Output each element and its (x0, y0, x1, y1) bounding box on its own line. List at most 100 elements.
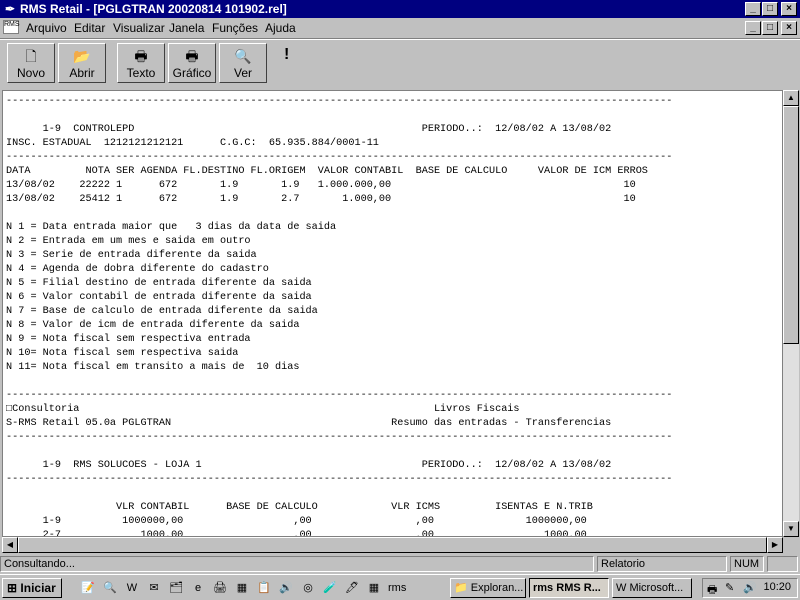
volume-tray-icon[interactable]: 🔊 (743, 581, 757, 594)
maximize-button[interactable]: □ (762, 2, 778, 16)
quick-launch-icon[interactable]: 🖨 (212, 580, 228, 596)
vertical-scroll-thumb[interactable] (783, 106, 799, 344)
quick-launch-icon[interactable]: e (190, 580, 206, 596)
menu-janela[interactable]: Janela (169, 21, 204, 35)
report-line: 13/08/02 25412 1 672 1.9 2.7 1.000,00 10 (6, 194, 636, 205)
ver-button[interactable]: 🔍 Ver (219, 43, 267, 83)
report-line: 1-9 RMS SOLUCOES - LOJA 1 PERIODO..: 12/… (6, 460, 612, 471)
scroll-down-button[interactable]: ▼ (783, 521, 799, 537)
report-line: N 6 = Valor contabil de entrada diferent… (6, 292, 312, 303)
print-graphic-icon: 🖶 (185, 48, 199, 64)
report-line: N 3 = Serie de entrada diferente da said… (6, 250, 257, 261)
menu-visualizar[interactable]: Visualizar (113, 21, 165, 35)
printer-tray-icon[interactable]: 🖶 (707, 581, 717, 600)
feather-icon: ✒ (4, 2, 16, 16)
report-line (6, 487, 672, 501)
task-explorer[interactable]: 📁 Exploran... (450, 578, 526, 598)
status-bar: Consultando... Relatorio NUM (0, 555, 800, 573)
ver-label: Ver (233, 66, 252, 80)
document-close-button[interactable]: × (781, 21, 797, 35)
new-document-icon: 🗋 (25, 48, 37, 64)
quick-launch-icon[interactable]: W (124, 580, 140, 596)
clock: 10:20 (763, 581, 791, 593)
report-line: 2-7 1000,00 ,00 ,00 1000,00 (6, 530, 587, 537)
task-microsoft[interactable]: W Microsoft... (612, 578, 692, 598)
report-line (6, 109, 672, 123)
quick-launch-icon[interactable]: 🖊 (344, 580, 360, 596)
pen-tray-icon[interactable]: ✎ (725, 581, 734, 594)
horizontal-scroll-thumb[interactable] (18, 537, 767, 553)
report-line: INSC. ESTADUAL 1212121212121 C.G.C: 65.9… (6, 138, 379, 149)
report-line: ----------------------------------------… (6, 152, 673, 163)
explorer-icon: 📁 (454, 582, 468, 594)
quick-launch-icon[interactable]: 📝 (80, 580, 96, 596)
status-message: Consultando... (0, 556, 594, 572)
abrir-button[interactable]: 📂 Abrir (58, 43, 106, 83)
rms-icon: rms (533, 582, 554, 594)
report-line: ----------------------------------------… (6, 432, 673, 443)
system-tray: 🖶 ✎ 🔊 10:20 (702, 578, 798, 598)
report-line: N 11= Nota fiscal em transito a mais de … (6, 362, 300, 373)
menu-funcoes[interactable]: Funções (212, 21, 258, 35)
grafico-label: Gráfico (172, 66, 212, 80)
report-line: N 9 = Nota fiscal sem respectiva entrada (6, 334, 251, 345)
report-line (6, 207, 672, 221)
quick-launch-icon[interactable]: ▦ (234, 580, 250, 596)
scroll-left-button[interactable]: ◀ (2, 537, 18, 553)
report-view[interactable]: ----------------------------------------… (2, 90, 783, 537)
menu-ajuda[interactable]: Ajuda (265, 21, 296, 35)
scroll-up-button[interactable]: ▲ (783, 90, 799, 106)
task-rms-retail[interactable]: rms RMS R... (529, 578, 609, 598)
report-line: N 1 = Data entrada maior que 3 dias da d… (6, 222, 337, 233)
report-line: 13/08/02 22222 1 672 1.9 1.9 1.000.000,0… (6, 180, 636, 191)
report-line: ----------------------------------------… (6, 390, 673, 401)
texto-label: Texto (126, 66, 156, 80)
report-line: VLR CONTABIL BASE DE CALCULO VLR ICMS IS… (6, 502, 593, 513)
windows-logo-icon: ⊞ (7, 581, 18, 595)
texto-button[interactable]: 🖶 Texto (117, 43, 165, 83)
status-mode: Relatorio (597, 556, 727, 572)
quick-launch-icon[interactable]: ✉ (146, 580, 162, 596)
quick-launch-icon[interactable]: ▦ (366, 580, 382, 596)
report-line: N 7 = Base de calculo de entrada diferen… (6, 306, 318, 317)
word-icon: W (616, 582, 627, 594)
quick-launch-icon[interactable]: 📋 (256, 580, 272, 596)
report-text: ----------------------------------------… (6, 95, 673, 537)
novo-button[interactable]: 🗋 Novo (7, 43, 55, 83)
grafico-button[interactable]: 🖶 Gráfico (168, 43, 216, 83)
document-system-menu-icon[interactable]: RMS (3, 20, 20, 34)
quick-launch-icon[interactable]: 🧪 (322, 580, 338, 596)
report-line (6, 375, 672, 389)
report-line: N 5 = Filial destino de entrada diferent… (6, 278, 312, 289)
quick-launch-icon[interactable]: rms (388, 580, 406, 596)
exclamation-icon[interactable]: ! (284, 46, 289, 64)
quick-launch-icon[interactable]: 🔊 (278, 580, 294, 596)
title-bar: ✒ RMS Retail - [PGLGTRAN 20020814 101902… (0, 0, 800, 18)
report-line: N 4 = Agenda de dobra diferente do cadas… (6, 264, 269, 275)
document-restore-button[interactable]: □ (762, 21, 778, 35)
menu-arquivo[interactable]: Arquivo (26, 21, 67, 35)
task-label: Microsoft... (629, 582, 684, 594)
close-button[interactable]: × (781, 2, 797, 16)
minimize-button[interactable]: _ (745, 2, 761, 16)
novo-label: Novo (16, 66, 45, 80)
quick-launch-icon[interactable]: 🗂 (168, 580, 184, 596)
print-text-icon: 🖶 (134, 48, 148, 64)
report-line: N 10= Nota fiscal sem respectiva saida (6, 348, 239, 359)
report-line: ----------------------------------------… (6, 96, 673, 107)
open-folder-icon: 📂 (73, 48, 91, 64)
start-label: Iniciar (20, 581, 56, 595)
scroll-right-button[interactable]: ▶ (767, 537, 783, 553)
document-minimize-button[interactable]: _ (745, 21, 761, 35)
abrir-label: Abrir (69, 66, 95, 80)
vertical-scrollbar[interactable]: ▲ ▼ (783, 90, 799, 537)
report-line: 1-9 CONTROLEPD PERIODO..: 12/08/02 A 13/… (6, 124, 612, 135)
start-button[interactable]: ⊞ Iniciar (2, 578, 62, 598)
horizontal-scrollbar[interactable]: ◀ ▶ (2, 537, 783, 553)
quick-launch-icon[interactable]: 🔍 (102, 580, 118, 596)
menu-editar[interactable]: Editar (74, 21, 105, 35)
task-label: Exploran... (470, 582, 524, 594)
taskbar: ⊞ Iniciar 📝 🔍 W ✉ 🗂 e 🖨 ▦ 📋 🔊 ◎ 🧪 🖊 ▦ rms 📁 Exploran..… (0, 574, 800, 600)
quick-launch-icon[interactable]: ◎ (300, 580, 316, 596)
task-label: RMS R... (556, 582, 601, 594)
